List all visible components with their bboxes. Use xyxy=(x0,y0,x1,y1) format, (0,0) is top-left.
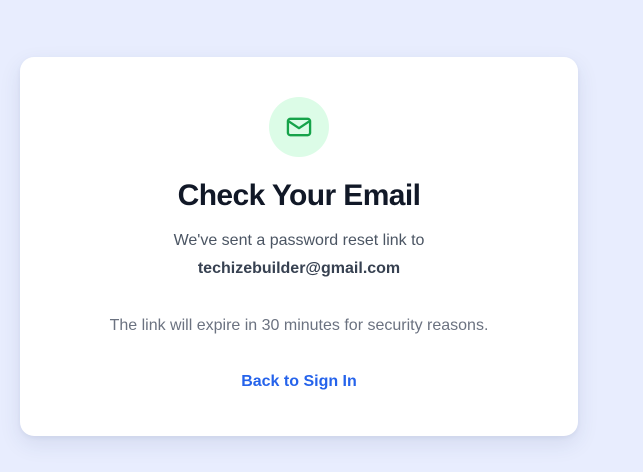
mail-icon-badge xyxy=(269,97,329,157)
back-to-sign-in-link-row: Back to Sign In xyxy=(20,370,578,394)
mail-icon xyxy=(286,117,312,137)
expiry-note: The link will expire in 30 minutes for s… xyxy=(109,317,489,334)
back-to-sign-in-link[interactable]: Back to Sign In xyxy=(241,373,357,390)
reset-message: We've sent a password reset link to xyxy=(173,232,425,249)
page-title: Check Your Email xyxy=(177,179,421,212)
recipient-email: techizebuilder@gmail.com xyxy=(197,260,401,277)
reset-confirmation-card: Check Your Email We've sent a password r… xyxy=(20,57,578,436)
